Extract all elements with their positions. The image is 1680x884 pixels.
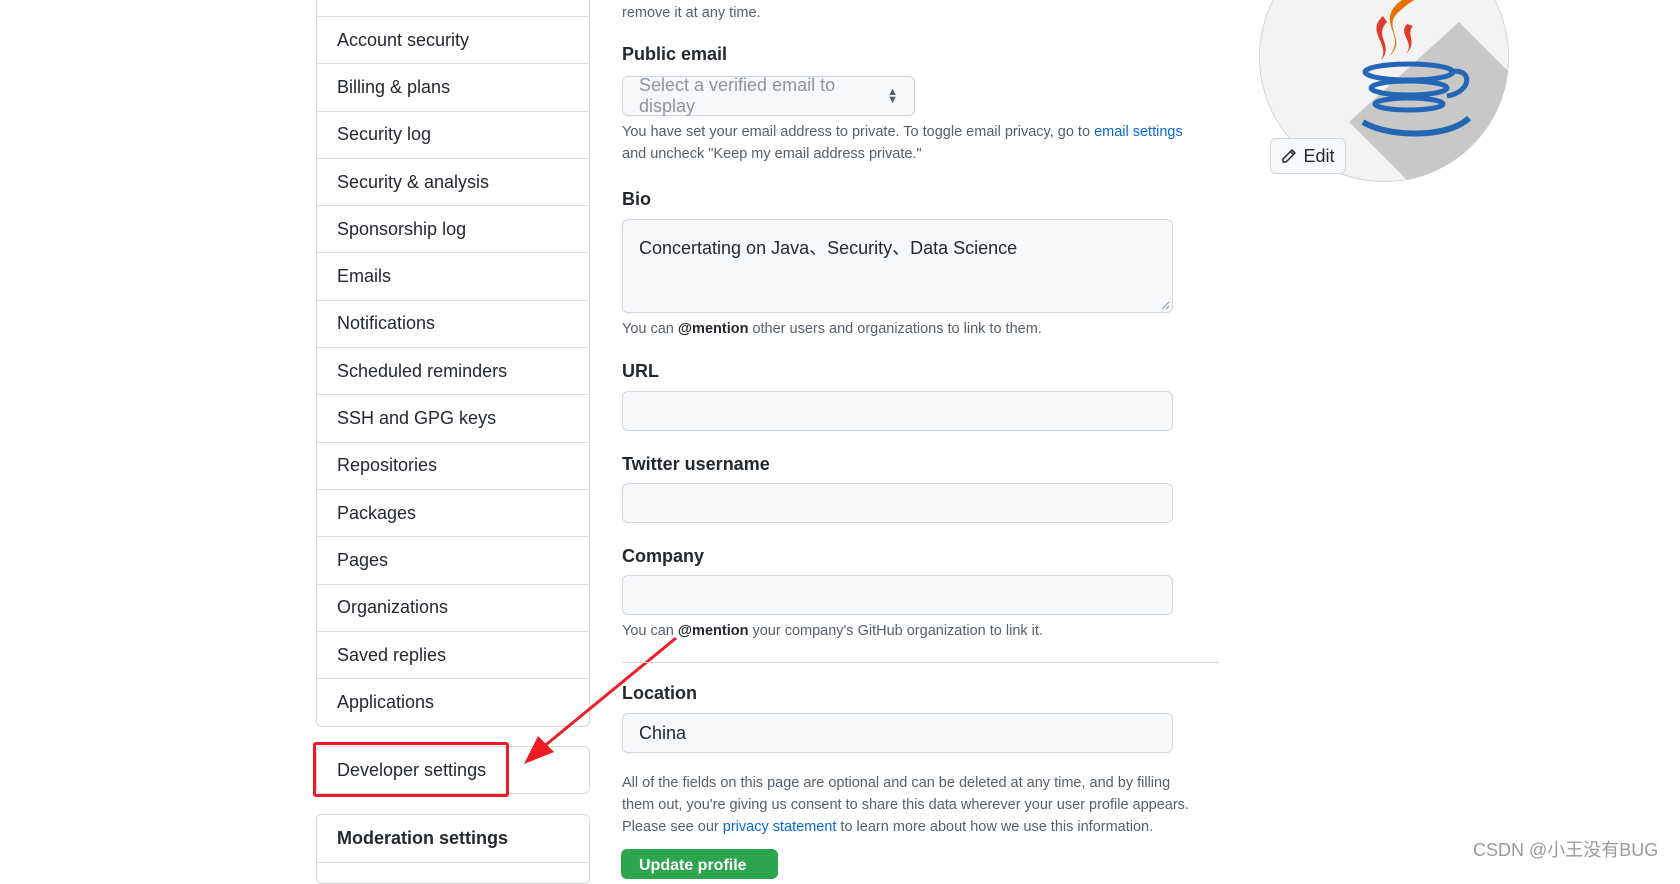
- footer-line-2: them out, you're giving us consent to sh…: [622, 797, 1189, 813]
- twitter-username-input[interactable]: [622, 483, 1173, 523]
- sidebar-item-packages[interactable]: Packages: [317, 490, 589, 538]
- url-label: URL: [622, 361, 659, 381]
- public-email-label: Public email: [622, 44, 728, 64]
- company-note-mention: @mention: [677, 623, 749, 639]
- sidebar-item-repositories[interactable]: Repositories: [317, 443, 589, 490]
- resize-handle-icon[interactable]: [1160, 300, 1170, 310]
- sidebar-item-ssh-gpg-keys[interactable]: SSH and GPG keys: [317, 395, 589, 443]
- sidebar-item-pages[interactable]: Pages: [317, 537, 589, 585]
- url-input[interactable]: [622, 391, 1173, 431]
- public-email-select[interactable]: Select a verified email to display ▲ ▼: [622, 75, 915, 116]
- bio-value: Concertating on Java、Security、Data Scien…: [639, 238, 1018, 258]
- bio-textarea[interactable]: Concertating on Java、Security、Data Scien…: [622, 219, 1173, 313]
- company-note: You can @mention your company's GitHub o…: [622, 620, 1043, 642]
- edit-label: Edit: [1303, 145, 1335, 166]
- bio-note-mention: @mention: [677, 321, 749, 337]
- section-divider: [622, 662, 1219, 663]
- location-input[interactable]: China: [622, 713, 1173, 753]
- footer-line-3-prefix: Please see our: [622, 819, 723, 835]
- public-email-note-text-2: and uncheck "Keep my email address priva…: [622, 146, 922, 162]
- twitter-username-label: Twitter username: [622, 454, 770, 474]
- privacy-footer: All of the fields on this page are optio…: [622, 772, 1189, 838]
- pencil-icon: [1282, 149, 1297, 163]
- sidebar-item-organizations[interactable]: Organizations: [317, 585, 589, 632]
- public-email-note-text: You have set your email address to priva…: [622, 124, 1095, 140]
- public-email-note: You have set your email address to priva…: [622, 121, 1183, 165]
- public-email-placeholder: Select a verified email to display: [639, 75, 836, 116]
- bio-label: Bio: [622, 189, 651, 209]
- sidebar-item-billing[interactable]: Billing & plans: [317, 64, 589, 112]
- sidebar-item-security-log[interactable]: Security log: [317, 112, 589, 159]
- sidebar-item-notifications[interactable]: Notifications: [317, 301, 589, 349]
- email-settings-link[interactable]: email settings: [1094, 124, 1183, 140]
- moderation-settings-heading: Moderation settings: [317, 815, 589, 863]
- company-label: Company: [622, 546, 705, 566]
- privacy-statement-link[interactable]: privacy statement: [723, 819, 837, 835]
- bio-note-prefix: You can: [622, 321, 678, 337]
- update-profile-button[interactable]: Update profile: [621, 849, 778, 879]
- sidebar-item-scheduled-reminders[interactable]: Scheduled reminders: [317, 348, 589, 396]
- location-label: Location: [622, 683, 697, 703]
- footer-line-1: All of the fields on this page are optio…: [622, 775, 1171, 791]
- company-note-suffix: your company's GitHub organization to li…: [748, 623, 1043, 639]
- footer-line-3-suffix: to learn more about how we use this info…: [836, 819, 1154, 835]
- sidebar-item-account-security[interactable]: Account security: [317, 17, 589, 65]
- sidebar-item-emails[interactable]: Emails: [317, 253, 589, 301]
- annotation-highlight-box: [313, 742, 509, 797]
- settings-sidebar: Account security Billing & plans Securit…: [316, 0, 590, 728]
- sidebar-item-security-analysis[interactable]: Security & analysis: [317, 159, 589, 207]
- edit-avatar-button[interactable]: Edit: [1270, 138, 1346, 174]
- bio-note: You can @mention other users and organiz…: [622, 318, 1042, 340]
- bio-note-suffix: other users and organizations to link to…: [748, 321, 1042, 337]
- top-note: remove it at any time.: [622, 5, 761, 21]
- sidebar-item-sponsorship-log[interactable]: Sponsorship log: [317, 206, 589, 254]
- company-input[interactable]: [622, 575, 1173, 615]
- select-caret-icon: ▲ ▼: [887, 86, 898, 106]
- watermark: CSDN @小王没有BUG: [1473, 840, 1659, 860]
- company-note-prefix: You can: [622, 623, 678, 639]
- moderation-settings-menu: Moderation settings: [316, 814, 590, 884]
- sidebar-item-appearance[interactable]: [317, 0, 589, 17]
